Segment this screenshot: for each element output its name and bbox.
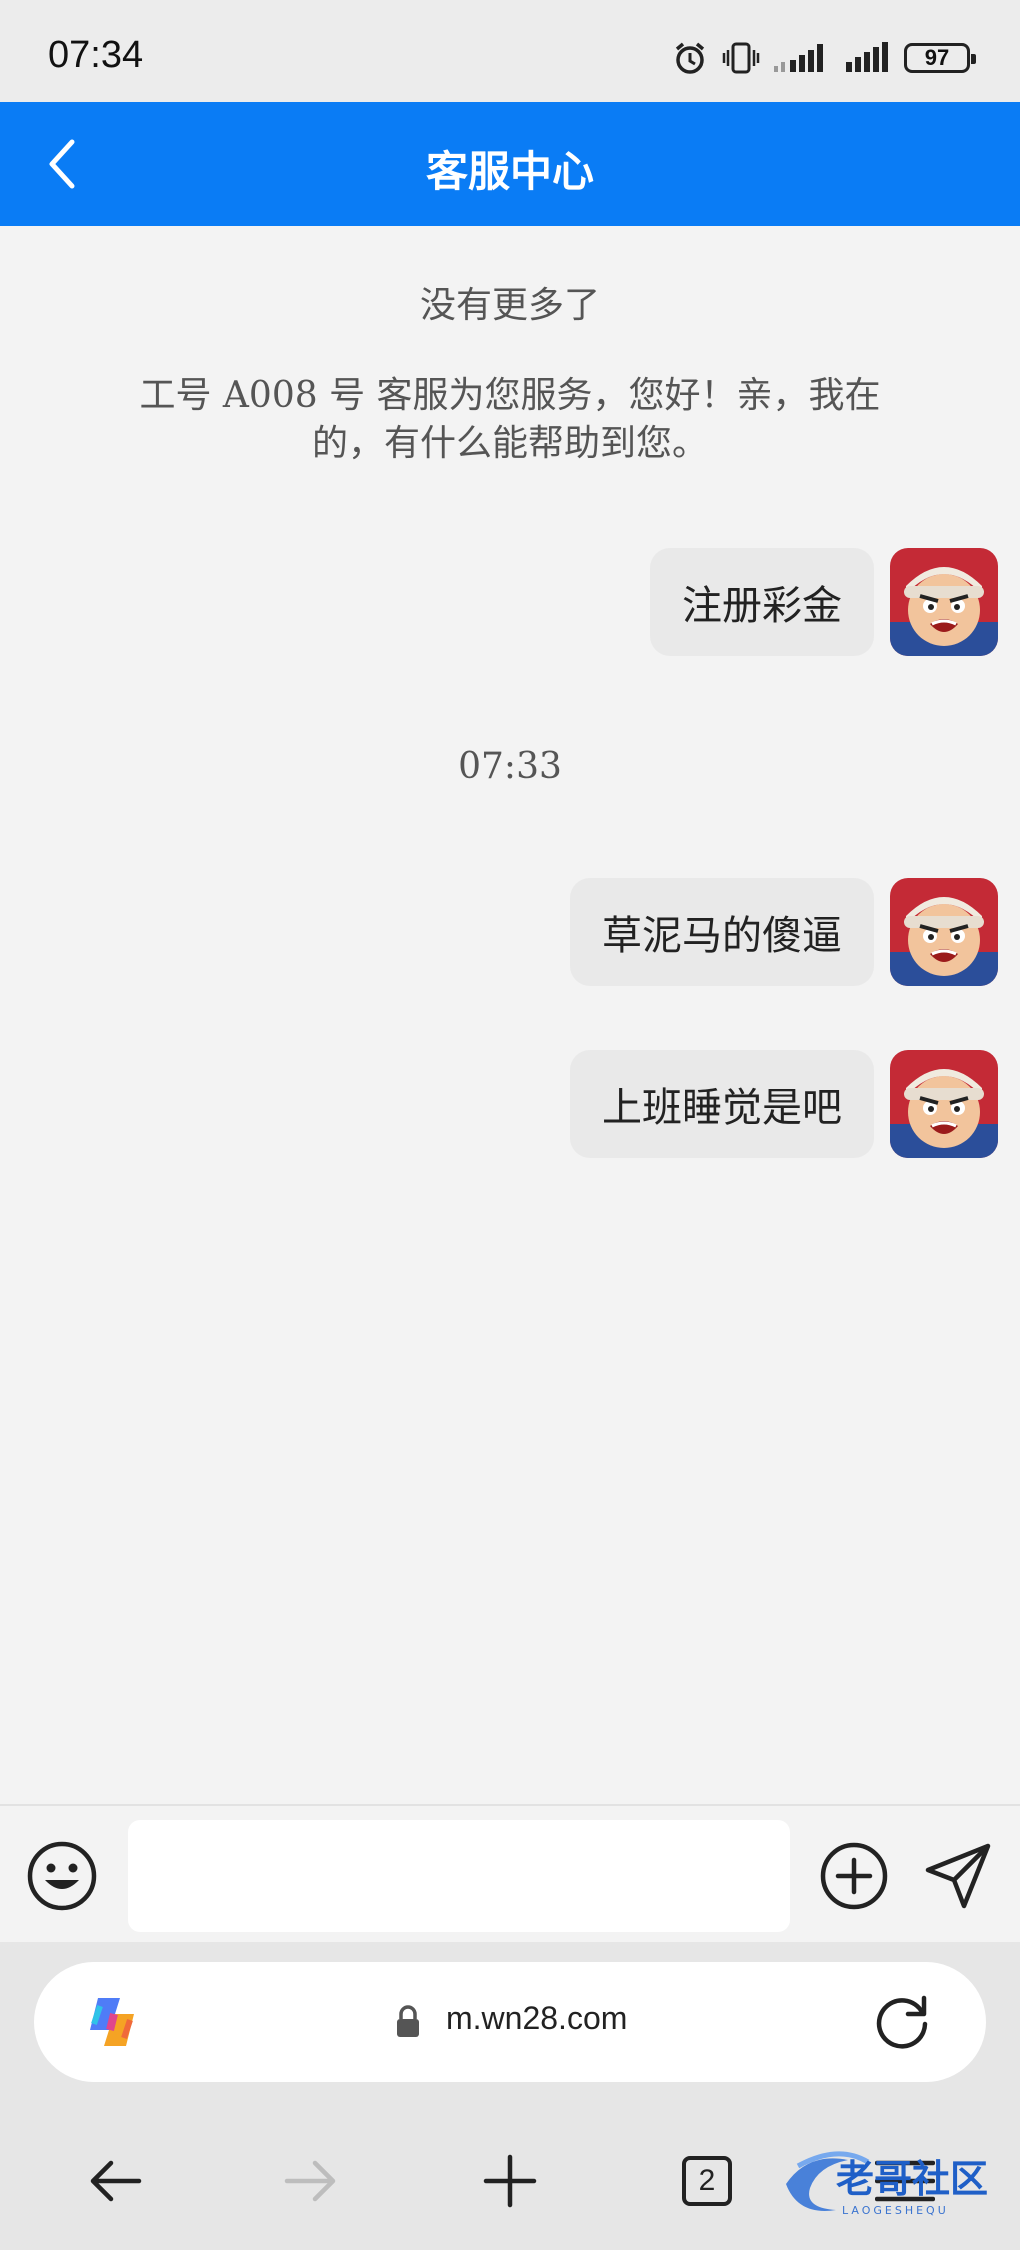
message-bubble[interactable]: 注册彩金 <box>650 548 874 656</box>
chat-area[interactable]: 没有更多了 工号 A008 号 客服为您服务，您好！亲，我在的，有什么能帮助到您… <box>0 226 1020 1804</box>
address-bar[interactable]: m.wn28.com <box>34 1962 986 2082</box>
tab-count: 2 <box>682 2156 732 2206</box>
message-input[interactable] <box>128 1820 790 1932</box>
status-bar: 07:34 97 <box>0 0 1020 102</box>
battery-icon: 97 <box>904 43 976 73</box>
forward-nav-button[interactable] <box>276 2146 346 2216</box>
send-icon <box>925 1843 991 1909</box>
add-attachment-button[interactable] <box>818 1840 890 1912</box>
message-bubble[interactable]: 草泥马的傻逼 <box>570 878 874 986</box>
signal-strong-icon <box>846 42 890 74</box>
plus-icon <box>483 2154 537 2208</box>
copilot-icon[interactable] <box>80 1990 144 2054</box>
user-avatar[interactable] <box>890 1050 998 1158</box>
chat-message: 草泥马的傻逼 <box>570 878 998 986</box>
watermark-logo: 老哥社区 LAOGESHEQU <box>778 2144 1008 2224</box>
vibrate-icon <box>722 40 760 76</box>
chat-timestamp: 07:33 <box>458 746 562 787</box>
signal-weak-icon <box>774 42 832 74</box>
watermark-subtext: LAOGESHEQU <box>842 2204 949 2217</box>
arrow-left-icon <box>90 2160 142 2202</box>
plus-circle-icon <box>820 1842 888 1910</box>
emoji-button[interactable] <box>26 1840 98 1912</box>
status-icons: 97 <box>672 38 976 78</box>
chat-message: 上班睡觉是吧 <box>570 1050 998 1158</box>
alarm-icon <box>672 40 708 76</box>
arrow-right-icon <box>284 2160 336 2202</box>
reload-button[interactable] <box>870 1990 934 2054</box>
message-input-bar <box>0 1804 1020 1942</box>
reload-icon <box>876 1995 928 2049</box>
lock-icon <box>394 2004 422 2040</box>
user-avatar[interactable] <box>890 548 998 656</box>
new-tab-button[interactable] <box>475 2146 545 2216</box>
message-bubble[interactable]: 上班睡觉是吧 <box>570 1050 874 1158</box>
status-time: 07:34 <box>48 34 144 76</box>
back-nav-button[interactable] <box>80 2146 150 2216</box>
send-button[interactable] <box>922 1840 994 1912</box>
agent-greeting: 工号 A008 号 客服为您服务，您好！亲，我在的，有什么能帮助到您。 <box>139 375 881 464</box>
chat-message: 注册彩金 <box>650 548 998 656</box>
header-bar: 客服中心 <box>0 102 1020 226</box>
user-avatar[interactable] <box>890 878 998 986</box>
tabs-button[interactable]: 2 <box>672 2146 742 2216</box>
page-title: 客服中心 <box>425 147 594 196</box>
no-more-label: 没有更多了 <box>419 285 600 326</box>
url-text: m.wn28.com <box>446 2000 628 2036</box>
smiley-icon <box>27 1841 97 1911</box>
watermark-text: 老哥社区 <box>836 2157 988 2201</box>
